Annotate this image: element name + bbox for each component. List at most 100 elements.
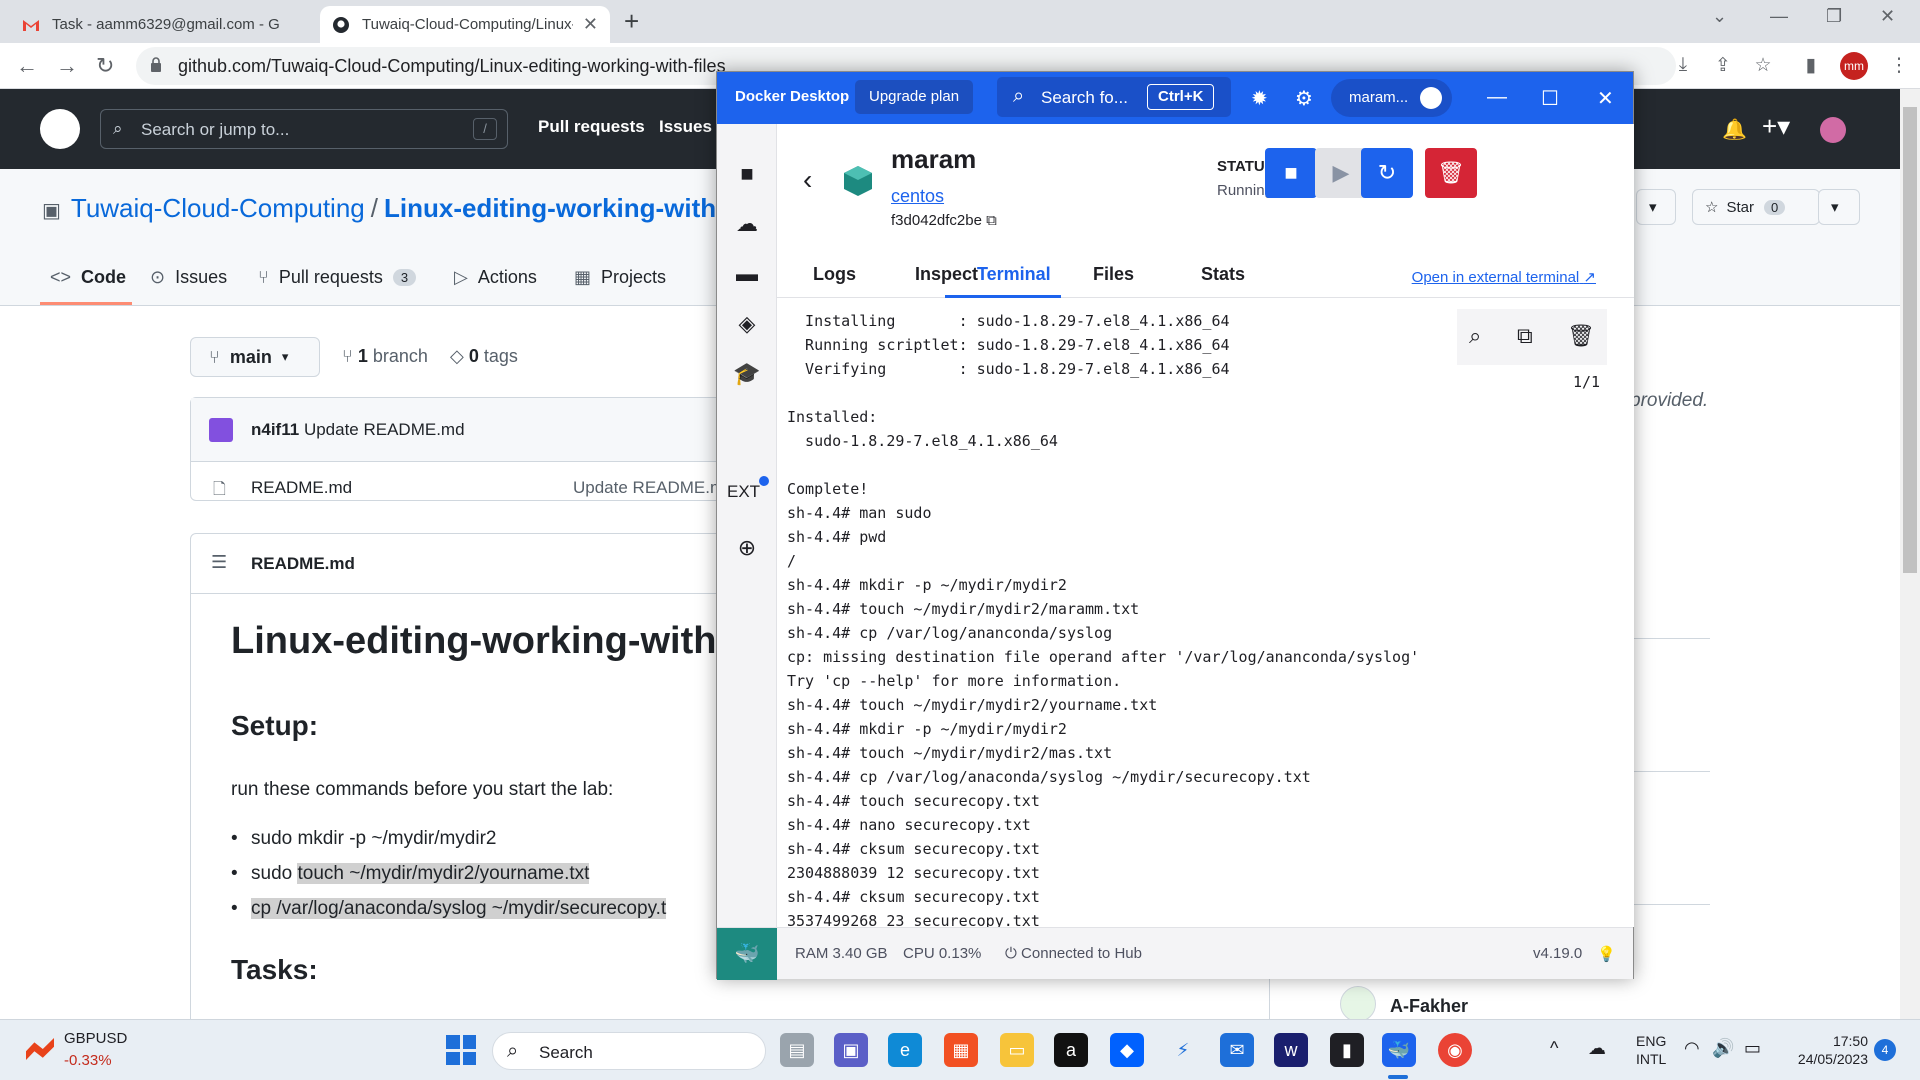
stock-name[interactable]: GBPUSD (64, 1030, 127, 1047)
wacom-icon[interactable]: w (1274, 1033, 1308, 1067)
taskbar-search[interactable]: ⌕ Search (492, 1032, 766, 1070)
tab-issues[interactable]: ⊙ Issues (150, 267, 227, 288)
install-icon[interactable]: ⤓ (1672, 54, 1694, 76)
open-external-terminal-link[interactable]: Open in external terminal ↗ (1412, 268, 1596, 286)
onedrive-cloud-icon[interactable]: ☁ (1588, 1038, 1606, 1059)
browser-tab-github[interactable]: Tuwaiq-Cloud-Computing/Linux- ✕ (320, 6, 610, 43)
forward-icon[interactable]: → (56, 53, 78, 79)
browser-tab-gmail[interactable]: Task - aamm6329@gmail.com - G (10, 6, 318, 43)
github-logo-icon[interactable] (40, 109, 80, 149)
more-menu-icon[interactable]: ⋮ (1888, 54, 1910, 76)
user-avatar[interactable] (1820, 117, 1846, 143)
store-icon[interactable]: ▦ (944, 1033, 978, 1067)
volumes-icon[interactable]: ▬ (731, 258, 763, 290)
tab-logs[interactable]: Logs (813, 264, 856, 285)
minimize-icon[interactable]: — (1487, 86, 1507, 109)
tab-pull-requests[interactable]: ⑂ Pull requests 3 (258, 267, 417, 288)
cloud-icon[interactable]: ☁ (731, 208, 763, 240)
watch-dropdown-button[interactable]: ▾ (1636, 189, 1676, 225)
tab-files[interactable]: Files (1093, 264, 1134, 285)
share-icon[interactable]: ⇪ (1712, 54, 1734, 76)
restart-button[interactable]: ↻ (1361, 148, 1413, 198)
notifications-bell-icon[interactable]: 🔔 (1722, 117, 1747, 142)
search-icon[interactable]: ⌕ (1469, 323, 1481, 349)
page-scrollbar[interactable] (1900, 89, 1920, 1019)
clock[interactable]: 17:50 24/05/2023 (1788, 1032, 1868, 1068)
language-indicator[interactable]: ENG INTL (1636, 1032, 1666, 1068)
delete-button[interactable]: 🗑 (1425, 148, 1477, 198)
contributor-avatar[interactable] (1340, 986, 1376, 1022)
notification-count-badge[interactable]: 4 (1874, 1039, 1896, 1061)
gear-icon[interactable]: ⚙ (1295, 86, 1313, 111)
edge-icon[interactable]: e (888, 1033, 922, 1067)
vscode-icon[interactable]: ⚡ (1166, 1033, 1200, 1067)
battery-icon[interactable]: ▭ (1744, 1038, 1761, 1059)
commit-author[interactable]: n4if11 (251, 420, 299, 439)
terminal-panel[interactable]: Installing : sudo-1.8.29-7.el8_4.1.x86_6… (777, 299, 1627, 1056)
dropbox-icon[interactable]: ◆ (1110, 1033, 1144, 1067)
file-explorer-icon[interactable]: ▤ (780, 1033, 814, 1067)
learning-center-icon[interactable]: 🎓 (731, 358, 763, 390)
back-icon[interactable]: ← (16, 53, 38, 79)
tab-actions[interactable]: ▷ Actions (454, 267, 537, 288)
copy-icon[interactable]: ⧉ (986, 212, 997, 229)
list-icon[interactable]: ☰ (211, 552, 227, 573)
tab-inspect[interactable]: Inspect (915, 264, 978, 285)
tags-link[interactable]: ◇ 0 tags (450, 346, 518, 367)
user-menu[interactable]: maram... (1331, 79, 1453, 117)
scrollbar-thumb[interactable] (1903, 107, 1917, 573)
containers-icon[interactable]: ■ (731, 158, 763, 190)
tab-search-icon[interactable]: ⌄ (1712, 6, 1727, 27)
folder-icon[interactable]: ▭ (1000, 1033, 1034, 1067)
start-button[interactable]: ▶ (1315, 148, 1367, 198)
file-name[interactable]: README.md (251, 478, 352, 498)
reload-icon[interactable]: ↻ (96, 53, 114, 79)
contributor-name[interactable]: A-Fakher (1390, 996, 1468, 1017)
windows-start-icon[interactable] (446, 1035, 476, 1065)
terminal-icon[interactable]: ▮ (1330, 1033, 1364, 1067)
close-tab-icon[interactable]: ✕ (583, 14, 598, 35)
restore-icon[interactable]: ❐ (1826, 6, 1842, 27)
branches-link[interactable]: ⑂ 1 branch (342, 346, 428, 367)
amazon-icon[interactable]: a (1054, 1033, 1088, 1067)
new-tab-button[interactable]: + (624, 6, 639, 37)
stop-button[interactable]: ■ (1265, 148, 1317, 198)
profile-avatar[interactable]: mm (1840, 52, 1868, 80)
back-chevron-icon[interactable]: ‹ (803, 164, 812, 196)
mail-icon[interactable]: ✉ (1220, 1033, 1254, 1067)
maximize-icon[interactable]: ☐ (1541, 86, 1559, 111)
nav-issues[interactable]: Issues (659, 117, 712, 137)
wifi-icon[interactable]: ◠ (1684, 1038, 1700, 1059)
nav-pull-requests[interactable]: Pull requests (538, 117, 645, 137)
tab-code[interactable]: <> Code (50, 267, 126, 288)
tips-icon[interactable]: 💡 (1597, 945, 1616, 963)
star-button[interactable]: ☆ Star 0 (1692, 189, 1820, 225)
file-commit-message[interactable]: Update README.m (573, 478, 724, 498)
tab-stats[interactable]: Stats (1201, 264, 1245, 285)
docker-search-input[interactable]: ⌕ Search fo... Ctrl+K (997, 77, 1231, 117)
chrome-icon[interactable]: ◉ (1438, 1033, 1472, 1067)
teams-icon[interactable]: ▣ (834, 1033, 868, 1067)
images-icon[interactable]: ◈ (731, 308, 763, 340)
bookmark-star-icon[interactable]: ☆ (1752, 54, 1774, 76)
trash-icon[interactable]: 🗑 (1567, 323, 1595, 349)
close-window-icon[interactable]: ✕ (1880, 6, 1895, 27)
volume-icon[interactable]: 🔊 (1712, 1038, 1734, 1059)
extensions-label[interactable]: EXT (727, 482, 760, 502)
docker-whale-icon[interactable]: 🐳 (717, 928, 777, 980)
image-link[interactable]: centos (891, 186, 944, 207)
close-icon[interactable]: ✕ (1597, 86, 1614, 111)
repo-owner-link[interactable]: Tuwaiq-Cloud-Computing (71, 193, 365, 223)
copy-icon[interactable]: ⧉ (1517, 323, 1533, 349)
docker-icon[interactable]: 🐳 (1382, 1033, 1416, 1067)
branch-selector[interactable]: ⑂ main ▾ (190, 337, 320, 377)
side-panel-icon[interactable]: ▮ (1800, 54, 1822, 76)
github-search-input[interactable]: ⌕ Search or jump to... / (100, 109, 508, 149)
tab-terminal[interactable]: Terminal (977, 264, 1051, 285)
terminal-output[interactable]: Installing : sudo-1.8.29-7.el8_4.1.x86_6… (787, 309, 1419, 957)
tab-projects[interactable]: ▦ Projects (574, 267, 666, 288)
repo-name-link[interactable]: Linux-editing-working-with-fi (384, 193, 741, 223)
upgrade-plan-button[interactable]: Upgrade plan (855, 80, 974, 114)
add-extension-icon[interactable]: ⊕ (731, 532, 763, 564)
commit-message[interactable]: Update README.md (304, 420, 465, 439)
